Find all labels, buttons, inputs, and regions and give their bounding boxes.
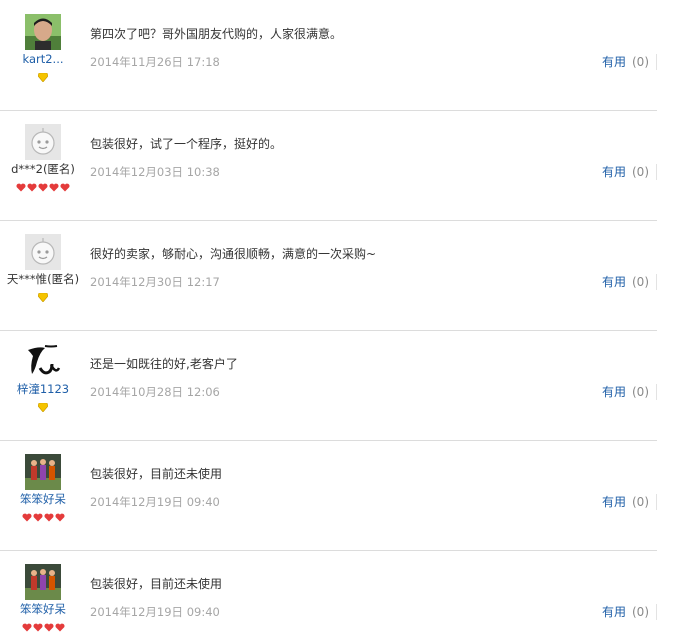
default-avatar-icon bbox=[25, 124, 61, 160]
useful-count: (0) bbox=[632, 385, 649, 399]
separator bbox=[656, 384, 657, 400]
separator bbox=[656, 164, 657, 180]
red-heart-icon bbox=[21, 623, 32, 632]
review-date: 2014年12月19日 09:40 bbox=[90, 605, 220, 619]
separator bbox=[656, 604, 657, 620]
username: 天***惟(匿名) bbox=[6, 272, 80, 286]
useful-button[interactable]: 有用 bbox=[602, 495, 626, 509]
useful-button[interactable]: 有用 bbox=[602, 55, 626, 69]
useful-button[interactable]: 有用 bbox=[602, 165, 626, 179]
review-item: kart2... 第四次了吧？哥外国朋友代购的，人家很满意。 2014年11月2… bbox=[0, 0, 657, 111]
review-item: 笨笨好呆 包装很好，目前还未使用 2014年12月19日 09:40 有用 (0… bbox=[0, 550, 657, 641]
separator bbox=[656, 494, 657, 510]
user-rank bbox=[0, 72, 86, 83]
default-avatar-icon bbox=[25, 234, 61, 270]
user-avatar[interactable] bbox=[25, 454, 61, 490]
yellow-diamond-icon bbox=[37, 72, 49, 83]
user-avatar[interactable] bbox=[25, 124, 61, 160]
username: d***2(匿名) bbox=[11, 162, 75, 176]
user-avatar[interactable] bbox=[25, 564, 61, 600]
separator bbox=[656, 274, 657, 290]
useful-count: (0) bbox=[632, 605, 649, 619]
review-date: 2014年12月03日 10:38 bbox=[90, 165, 220, 179]
user-avatar[interactable] bbox=[25, 344, 61, 380]
red-heart-icon bbox=[43, 623, 54, 632]
review-content: 还是一如既往的好,老客户了 bbox=[90, 357, 238, 371]
useful-count: (0) bbox=[632, 55, 649, 69]
yellow-diamond-icon bbox=[37, 292, 49, 303]
useful-count: (0) bbox=[632, 165, 649, 179]
review-item: 笨笨好呆 包装很好，目前还未使用 2014年12月19日 09:40 有用 (0… bbox=[0, 440, 657, 551]
red-heart-icon bbox=[54, 513, 65, 522]
useful-button[interactable]: 有用 bbox=[602, 275, 626, 289]
user-rank bbox=[0, 183, 86, 193]
user-avatar[interactable] bbox=[25, 14, 61, 50]
yellow-diamond-icon bbox=[37, 402, 49, 413]
user-rank bbox=[0, 402, 86, 413]
red-heart-icon bbox=[27, 183, 37, 192]
red-heart-icon bbox=[32, 513, 43, 522]
review-content: 包装很好，试了一个程序，挺好的。 bbox=[90, 137, 283, 151]
red-heart-icon bbox=[38, 183, 48, 192]
username[interactable]: kart2... bbox=[0, 52, 86, 66]
review-item: d***2(匿名) 包装很好，试了一个程序，挺好的。 2014年12月03日 1… bbox=[0, 110, 657, 221]
username[interactable]: 梓潼1123 bbox=[0, 382, 86, 396]
review-date: 2014年12月19日 09:40 bbox=[90, 495, 220, 509]
separator bbox=[656, 54, 657, 70]
username[interactable]: 笨笨好呆 bbox=[0, 602, 86, 616]
review-date: 2014年10月28日 12:06 bbox=[90, 385, 220, 399]
review-date: 2014年12月30日 12:17 bbox=[90, 275, 220, 289]
useful-button[interactable]: 有用 bbox=[602, 605, 626, 619]
username[interactable]: 笨笨好呆 bbox=[0, 492, 86, 506]
review-content: 包装很好，目前还未使用 bbox=[90, 577, 223, 591]
user-rank bbox=[0, 292, 86, 303]
user-rank bbox=[0, 623, 86, 633]
group-photo-avatar-icon bbox=[25, 564, 61, 600]
useful-count: (0) bbox=[632, 275, 649, 289]
review-content: 很好的卖家，够耐心，沟通很顺畅，满意的一次采购~ bbox=[90, 247, 377, 261]
review-item: 梓潼1123 还是一如既往的好,老客户了 2014年10月28日 12:06 有… bbox=[0, 330, 657, 441]
review-item: 天***惟(匿名) 很好的卖家，够耐心，沟通很顺畅，满意的一次采购~ 2014年… bbox=[0, 220, 657, 331]
red-heart-icon bbox=[49, 183, 59, 192]
user-avatar[interactable] bbox=[25, 234, 61, 270]
review-date: 2014年11月26日 17:18 bbox=[90, 55, 220, 69]
review-content: 第四次了吧？哥外国朋友代购的，人家很满意。 bbox=[90, 27, 343, 41]
useful-button[interactable]: 有用 bbox=[602, 385, 626, 399]
red-heart-icon bbox=[60, 183, 70, 192]
red-heart-icon bbox=[43, 513, 54, 522]
red-heart-icon bbox=[54, 623, 65, 632]
review-content: 包装很好，目前还未使用 bbox=[90, 467, 223, 481]
red-heart-icon bbox=[32, 623, 43, 632]
red-heart-icon bbox=[16, 183, 26, 192]
red-heart-icon bbox=[21, 513, 32, 522]
useful-count: (0) bbox=[632, 495, 649, 509]
group-photo-avatar-icon bbox=[25, 454, 61, 490]
photo-avatar-icon bbox=[25, 14, 61, 50]
brush-avatar-icon bbox=[25, 344, 61, 380]
user-rank bbox=[0, 513, 86, 523]
